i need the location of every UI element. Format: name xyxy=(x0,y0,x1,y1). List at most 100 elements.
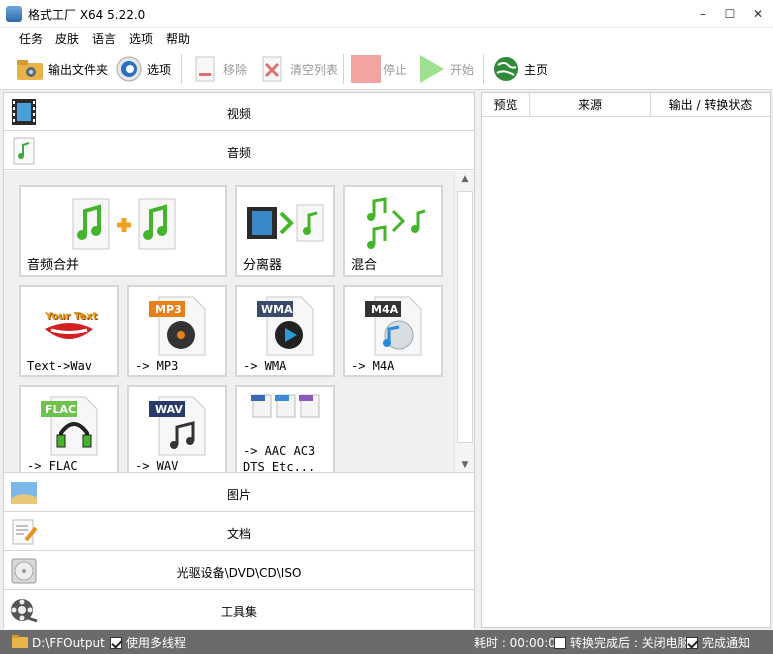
folder-small-icon xyxy=(12,634,28,651)
after-done-checkbox[interactable] xyxy=(554,636,566,649)
clear-list-label: 清空列表 xyxy=(290,62,339,77)
elapsed-time-text: 耗时 : 00:00:00 xyxy=(474,636,564,650)
other-formats-tile[interactable]: -> AAC AC3 DTS Etc... xyxy=(235,385,335,473)
toolbar: 输出文件夹 选项 移除 清空列表 停止 开始 主页 xyxy=(0,48,773,90)
window-title: 格式工厂 X64 5.22.0 xyxy=(28,8,146,22)
mix-tile[interactable]: 混合 xyxy=(343,185,443,277)
toolbar-separator xyxy=(181,54,182,84)
column-output-status[interactable]: 输出 / 转换状态 xyxy=(651,93,770,117)
play-icon xyxy=(418,55,446,83)
multithread-option[interactable]: 使用多线程 xyxy=(110,634,186,651)
column-source[interactable]: 来源 xyxy=(530,93,651,117)
category-document-label: 文档 xyxy=(226,527,251,541)
text-to-wav-tile[interactable]: Your Text Text->Wav xyxy=(19,285,119,377)
menu-help[interactable]: 帮助 xyxy=(166,30,190,47)
category-optical[interactable]: 光驱设备\DVD\CD\ISO xyxy=(4,552,474,590)
multi-format-icon xyxy=(251,394,320,418)
mp3-badge: MP3 xyxy=(155,303,182,316)
notify-checkbox[interactable] xyxy=(686,636,698,649)
options-gear-icon xyxy=(115,55,143,83)
category-document[interactable]: 文档 xyxy=(4,513,474,551)
task-list[interactable]: 预览 来源 输出 / 转换状态 xyxy=(481,92,771,628)
mp3-tile[interactable]: MP3 -> MP3 xyxy=(127,285,227,377)
wma-badge: WMA xyxy=(261,303,293,316)
stop-label: 停止 xyxy=(383,62,408,77)
options-label: 选项 xyxy=(147,62,172,77)
home-button[interactable]: 主页 xyxy=(492,53,548,85)
flac-tile[interactable]: FLAC -> FLAC xyxy=(19,385,119,473)
menu-skin[interactable]: 皮肤 xyxy=(55,30,79,47)
multithread-label: 使用多线程 xyxy=(126,636,187,650)
splitter-icon xyxy=(247,204,324,242)
column-preview[interactable]: 预览 xyxy=(482,93,530,117)
menu-options[interactable]: 选项 xyxy=(129,30,153,47)
category-picture[interactable]: 图片 xyxy=(4,474,474,512)
text-to-wav-label: Text->Wav xyxy=(27,359,93,373)
notify-option[interactable]: 完成通知 xyxy=(686,634,750,651)
elapsed-time: 耗时 : 00:00:00 xyxy=(474,634,564,651)
wav-tile[interactable]: WAV -> WAV xyxy=(127,385,227,473)
title-bar: 格式工厂 X64 5.22.0 – ☐ ✕ xyxy=(0,0,773,28)
wma-label: -> WMA xyxy=(243,359,287,373)
m4a-tile[interactable]: M4A -> M4A xyxy=(343,285,443,377)
menu-bar: 任务 皮肤 语言 选项 帮助 xyxy=(0,28,773,48)
clear-list-icon xyxy=(258,55,286,83)
remove-button[interactable]: 移除 xyxy=(191,53,247,85)
app-logo-icon xyxy=(6,6,22,22)
folder-icon xyxy=(16,55,44,83)
splitter-tile[interactable]: 分离器 xyxy=(235,185,335,277)
mix-icon xyxy=(367,197,426,249)
menu-task[interactable]: 任务 xyxy=(19,30,43,47)
category-tools-label: 工具集 xyxy=(220,605,257,619)
category-panel: 视频 音频 音频合并 分离器 混合 Your Text Text->Wav MP… xyxy=(3,92,475,629)
menu-language[interactable]: 语言 xyxy=(92,30,116,47)
output-folder-label: 输出文件夹 xyxy=(48,62,109,77)
output-path-text: D:\FFOutput xyxy=(32,635,105,650)
close-button[interactable]: ✕ xyxy=(744,0,772,28)
after-done-option[interactable]: 转换完成后 : 关闭电脑 xyxy=(554,634,690,651)
category-optical-label: 光驱设备\DVD\CD\ISO xyxy=(176,566,302,580)
other-formats-label: -> AAC AC3 DTS Etc... xyxy=(243,444,316,473)
category-audio-label: 音频 xyxy=(226,146,251,160)
start-label: 开始 xyxy=(450,62,475,77)
notify-label: 完成通知 xyxy=(702,636,751,650)
stop-icon xyxy=(351,55,381,83)
category-tools[interactable]: 工具集 xyxy=(4,591,474,629)
lips-icon xyxy=(45,323,93,339)
start-button[interactable]: 开始 xyxy=(418,53,474,85)
output-folder-button[interactable]: 输出文件夹 xyxy=(16,53,108,85)
audio-merge-icon xyxy=(72,198,176,250)
category-video-label: 视频 xyxy=(226,107,251,121)
flac-label: -> FLAC xyxy=(27,459,78,473)
after-done-label: 转换完成后 : 关闭电脑 xyxy=(570,636,690,650)
options-button[interactable]: 选项 xyxy=(115,53,171,85)
m4a-badge: M4A xyxy=(371,303,399,316)
clear-list-button[interactable]: 清空列表 xyxy=(258,53,338,85)
remove-label: 移除 xyxy=(223,62,248,77)
scroll-up-arrow-icon[interactable]: ▲ xyxy=(455,171,474,187)
category-video[interactable]: 视频 xyxy=(4,93,474,131)
multithread-checkbox[interactable] xyxy=(110,636,122,649)
output-path[interactable]: D:\FFOutput xyxy=(12,634,105,651)
stop-button[interactable]: 停止 xyxy=(351,53,407,85)
toolbar-separator xyxy=(483,54,484,84)
scroll-down-arrow-icon[interactable]: ▼ xyxy=(455,457,474,472)
flac-badge: FLAC xyxy=(45,403,77,416)
audio-merge-label: 音频合并 xyxy=(27,258,80,273)
globe-icon xyxy=(492,55,520,83)
wma-tile[interactable]: WMA -> WMA xyxy=(235,285,335,377)
maximize-button[interactable]: ☐ xyxy=(716,0,744,28)
scroll-thumb[interactable] xyxy=(457,191,473,443)
toolbar-separator xyxy=(343,54,344,84)
status-bar: D:\FFOutput 使用多线程 耗时 : 00:00:00 转换完成后 : … xyxy=(0,630,773,654)
home-label: 主页 xyxy=(524,62,549,77)
mix-label: 混合 xyxy=(351,258,378,273)
minimize-button[interactable]: – xyxy=(689,0,717,28)
wav-label: -> WAV xyxy=(135,459,179,473)
category-picture-label: 图片 xyxy=(226,488,251,502)
grid-scrollbar[interactable]: ▲ ▼ xyxy=(454,171,474,472)
audio-function-grid: 音频合并 分离器 混合 Your Text Text->Wav MP3 -> M… xyxy=(4,171,474,473)
audio-merge-tile[interactable]: 音频合并 xyxy=(19,185,227,277)
category-audio[interactable]: 音频 xyxy=(4,132,474,170)
m4a-label: -> M4A xyxy=(351,359,395,373)
